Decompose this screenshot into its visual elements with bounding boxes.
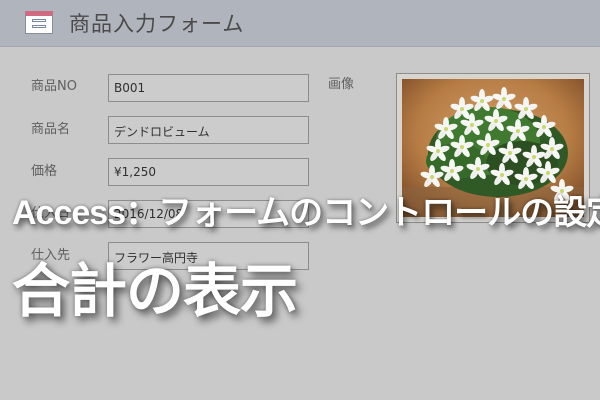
form-icon xyxy=(25,11,53,34)
article-title: 合計の表示 xyxy=(12,259,298,324)
product-name-label: 商品名 xyxy=(31,122,71,137)
product-no-label: 商品NO xyxy=(31,79,77,94)
article-subtitle: Access：フォームのコントロールの設定 xyxy=(12,194,600,232)
price-label: 価格 xyxy=(31,164,58,179)
image-label: 画像 xyxy=(328,77,355,92)
product-no-field[interactable]: B001 xyxy=(108,74,309,102)
product-name-field[interactable]: デンドロビューム xyxy=(108,116,309,144)
price-field[interactable]: ¥1,250 xyxy=(108,158,309,186)
form-header: 商品入力フォーム xyxy=(0,0,600,47)
form-title: 商品入力フォーム xyxy=(69,12,245,36)
